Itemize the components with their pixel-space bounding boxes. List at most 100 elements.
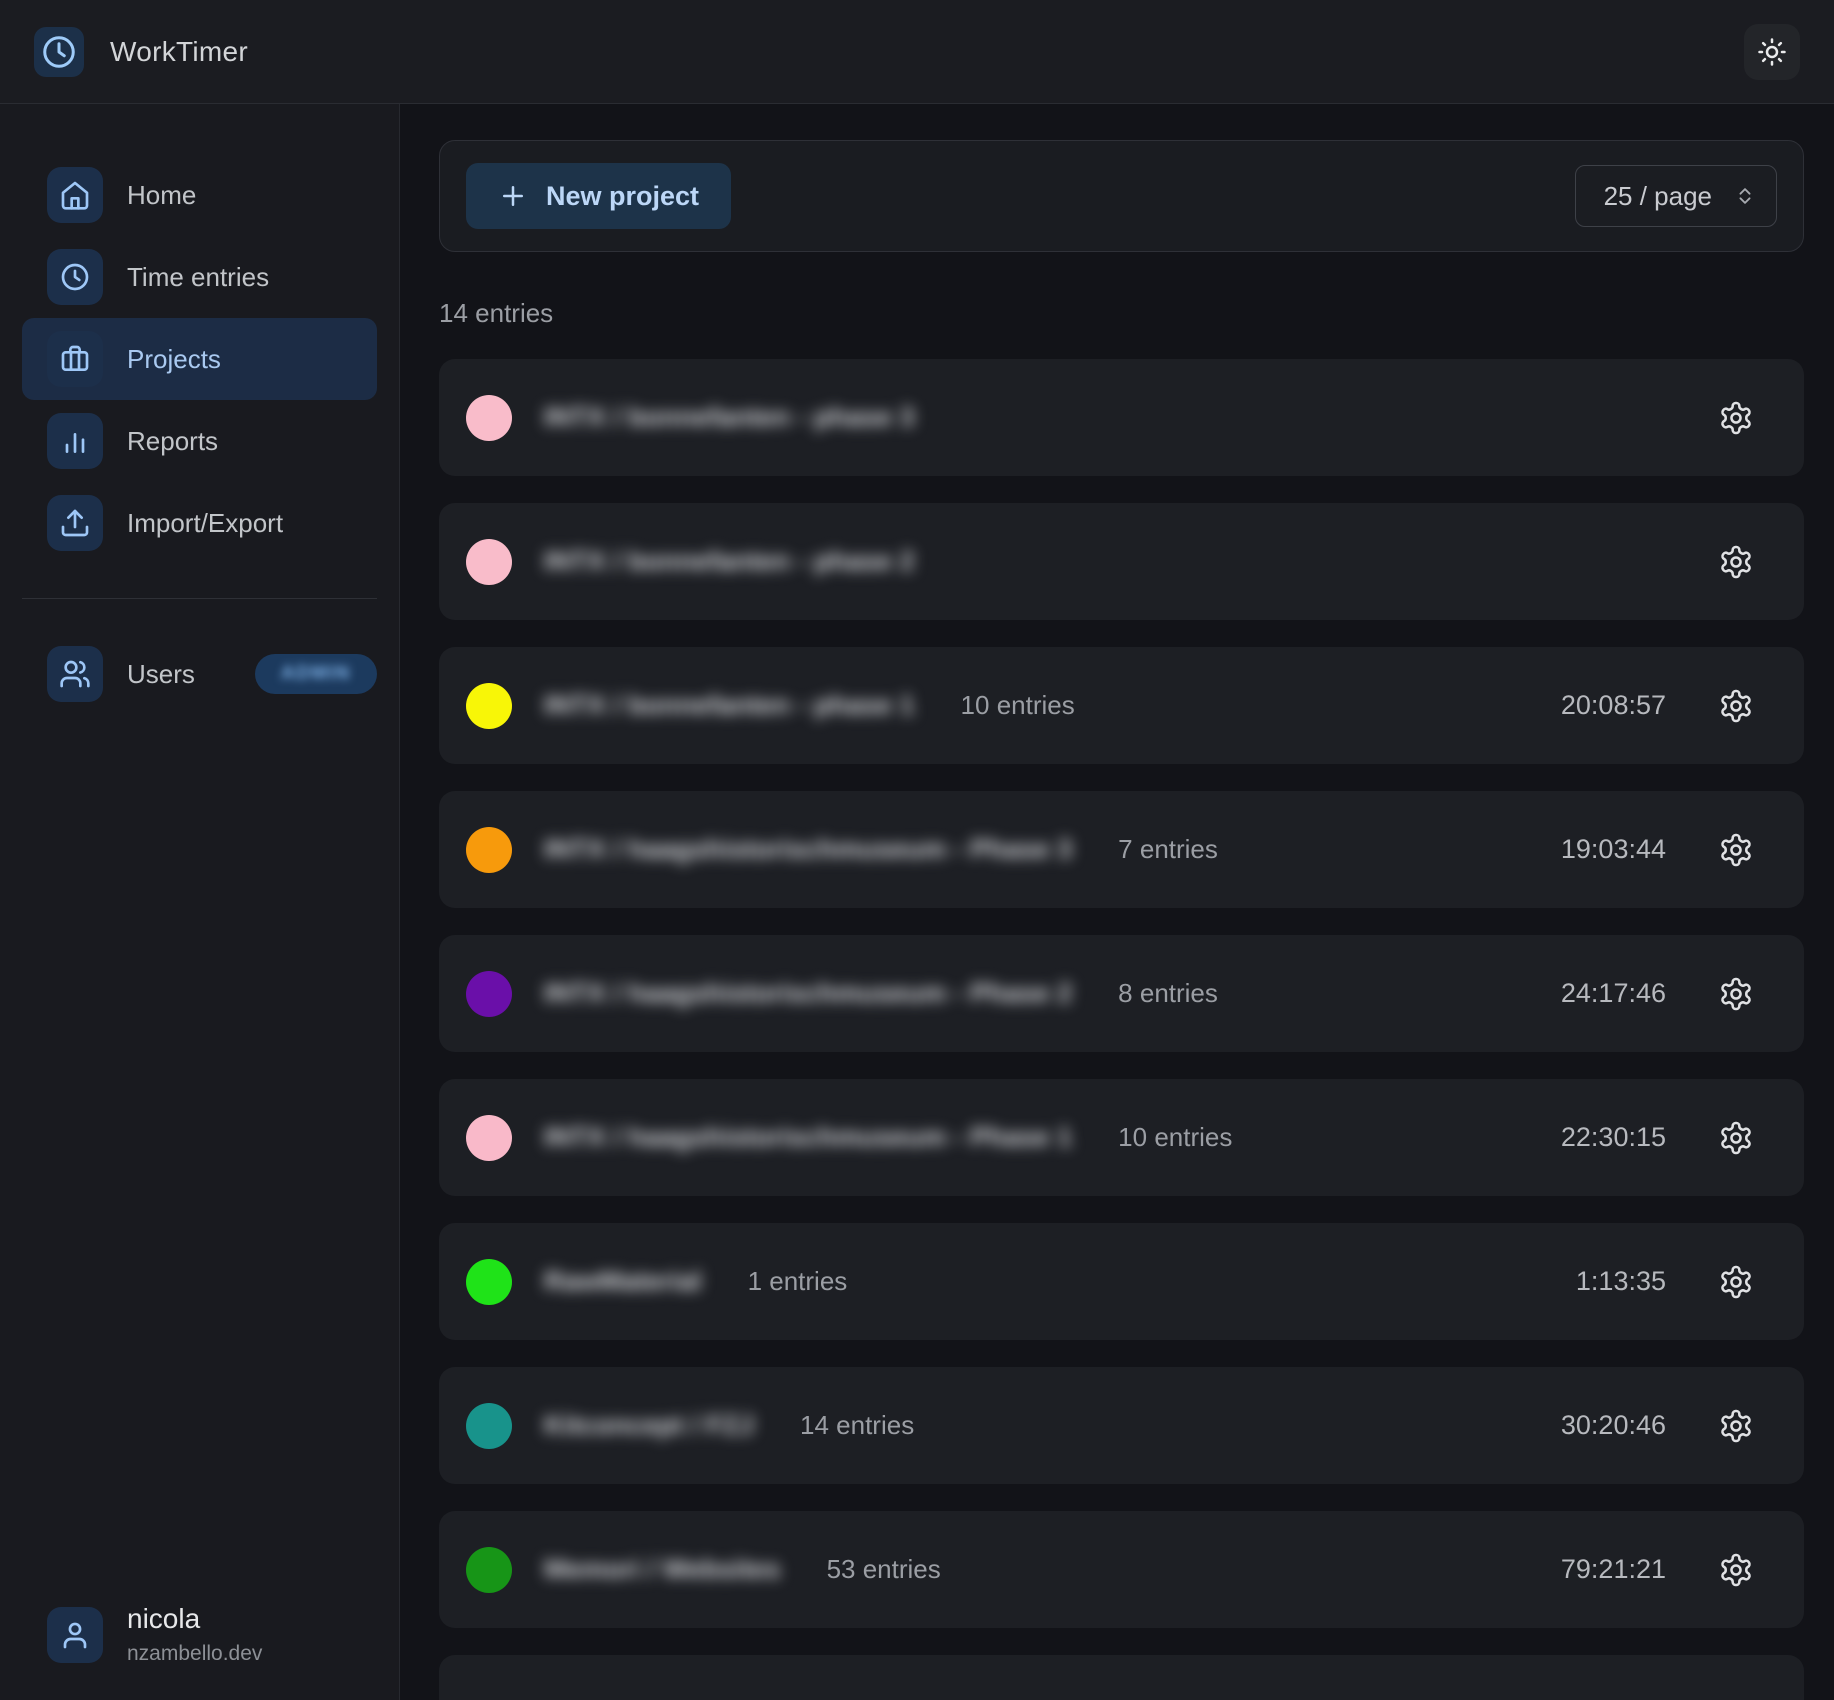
gear-icon bbox=[1718, 544, 1754, 580]
project-color-dot bbox=[466, 1115, 512, 1161]
toolbar: New project 25 / page bbox=[439, 140, 1804, 252]
project-color-dot bbox=[466, 971, 512, 1017]
project-time-total: 19:03:44 bbox=[1561, 834, 1666, 865]
gear-icon bbox=[1718, 688, 1754, 724]
top-bar: WorkTimer bbox=[0, 0, 1834, 104]
home-icon bbox=[47, 167, 103, 223]
project-row[interactable]: INTX / bonnefanten - phase 2 bbox=[439, 503, 1804, 620]
entries-count: 14 entries bbox=[439, 298, 1804, 329]
project-color-dot bbox=[466, 1403, 512, 1449]
main-content: New project 25 / page 14 entries INTX / … bbox=[400, 104, 1834, 1700]
project-entries-count: 8 entries bbox=[1118, 978, 1218, 1009]
user-domain: nzambello.dev bbox=[127, 1642, 262, 1666]
gear-icon bbox=[1718, 976, 1754, 1012]
project-row-partial[interactable] bbox=[439, 1655, 1804, 1700]
sun-icon bbox=[1757, 37, 1787, 67]
project-entries-count: 7 entries bbox=[1118, 834, 1218, 865]
gear-icon bbox=[1718, 1552, 1754, 1588]
project-row[interactable]: INTX / bonnefanten - phase 1 10 entries … bbox=[439, 647, 1804, 764]
page-size-value: 25 / page bbox=[1604, 181, 1712, 212]
sidebar-item-label: Reports bbox=[127, 426, 218, 457]
gear-icon bbox=[1718, 1408, 1754, 1444]
project-settings-button[interactable] bbox=[1718, 688, 1754, 724]
upload-icon bbox=[47, 495, 103, 551]
project-name: INTX / haagshistorischmuseum - Phase 2 bbox=[544, 978, 1072, 1009]
project-color-dot bbox=[466, 539, 512, 585]
sidebar-item-users[interactable]: Users ADMIN bbox=[22, 633, 377, 715]
page-size-select[interactable]: 25 / page bbox=[1575, 165, 1777, 227]
project-entries-count: 1 entries bbox=[748, 1266, 848, 1297]
plus-icon bbox=[498, 181, 528, 211]
project-row[interactable]: INTX / haagshistorischmuseum - Phase 3 7… bbox=[439, 791, 1804, 908]
project-name: Kitconcept / FZJ bbox=[544, 1410, 754, 1441]
sidebar-item-projects[interactable]: Projects bbox=[22, 318, 377, 400]
sidebar-item-home[interactable]: Home bbox=[22, 154, 377, 236]
admin-badge: ADMIN bbox=[255, 654, 377, 694]
theme-toggle-button[interactable] bbox=[1744, 24, 1800, 80]
user-profile[interactable]: nicola nzambello.dev bbox=[22, 1603, 377, 1666]
project-entries-count: 10 entries bbox=[1118, 1122, 1232, 1153]
project-color-dot bbox=[466, 683, 512, 729]
project-settings-button[interactable] bbox=[1718, 544, 1754, 580]
sidebar-spacer bbox=[0, 715, 399, 1603]
project-time-total: 20:08:57 bbox=[1561, 690, 1666, 721]
gear-icon bbox=[1718, 832, 1754, 868]
project-settings-button[interactable] bbox=[1718, 1264, 1754, 1300]
project-row[interactable]: Kitconcept / FZJ 14 entries 30:20:46 bbox=[439, 1367, 1804, 1484]
sidebar-item-reports[interactable]: Reports bbox=[22, 400, 377, 482]
project-color-dot bbox=[466, 1259, 512, 1305]
project-row[interactable]: INTX / bonnefanten - phase 3 bbox=[439, 359, 1804, 476]
sidebar-item-import-export[interactable]: Import/Export bbox=[22, 482, 377, 564]
project-settings-button[interactable] bbox=[1718, 400, 1754, 436]
users-icon bbox=[47, 646, 103, 702]
gear-icon bbox=[1718, 1120, 1754, 1156]
project-settings-button[interactable] bbox=[1718, 1120, 1754, 1156]
project-name: INTX / bonnefanten - phase 3 bbox=[544, 402, 915, 433]
project-settings-button[interactable] bbox=[1718, 1552, 1754, 1588]
project-color-dot bbox=[466, 395, 512, 441]
clock-icon bbox=[41, 34, 77, 70]
project-settings-button[interactable] bbox=[1718, 832, 1754, 868]
user-name: nicola bbox=[127, 1603, 262, 1635]
gear-icon bbox=[1718, 1264, 1754, 1300]
project-name: Memori / Websites bbox=[544, 1554, 781, 1585]
project-row[interactable]: Memori / Websites 53 entries 79:21:21 bbox=[439, 1511, 1804, 1628]
new-project-label: New project bbox=[546, 181, 699, 212]
bar-chart-icon bbox=[47, 413, 103, 469]
sidebar-item-time-entries[interactable]: Time entries bbox=[22, 236, 377, 318]
project-time-total: 24:17:46 bbox=[1561, 978, 1666, 1009]
gear-icon bbox=[1718, 400, 1754, 436]
chevron-up-down-icon bbox=[1734, 185, 1756, 207]
sidebar-item-label: Time entries bbox=[127, 262, 269, 293]
project-name: INTX / bonnefanten - phase 2 bbox=[544, 546, 915, 577]
project-time-total: 1:13:35 bbox=[1576, 1266, 1666, 1297]
sidebar: Home Time entries Projects Reports bbox=[0, 104, 400, 1700]
project-name: RawMaterial bbox=[544, 1266, 702, 1297]
project-row[interactable]: INTX / haagshistorischmuseum - Phase 1 1… bbox=[439, 1079, 1804, 1196]
project-entries-count: 53 entries bbox=[827, 1554, 941, 1585]
new-project-button[interactable]: New project bbox=[466, 163, 731, 229]
clock-icon bbox=[47, 249, 103, 305]
project-row[interactable]: RawMaterial 1 entries 1:13:35 bbox=[439, 1223, 1804, 1340]
admin-badge-label: ADMIN bbox=[281, 663, 351, 684]
project-settings-button[interactable] bbox=[1718, 976, 1754, 1012]
project-entries-count: 10 entries bbox=[961, 690, 1075, 721]
project-time-total: 22:30:15 bbox=[1561, 1122, 1666, 1153]
project-time-total: 79:21:21 bbox=[1561, 1554, 1666, 1585]
project-time-total: 30:20:46 bbox=[1561, 1410, 1666, 1441]
sidebar-item-label: Projects bbox=[127, 344, 221, 375]
sidebar-item-label: Users bbox=[127, 659, 195, 690]
project-settings-button[interactable] bbox=[1718, 1408, 1754, 1444]
app-logo bbox=[34, 27, 84, 77]
project-name: INTX / haagshistorischmuseum - Phase 3 bbox=[544, 834, 1072, 865]
project-name: INTX / haagshistorischmuseum - Phase 1 bbox=[544, 1122, 1072, 1153]
briefcase-icon bbox=[47, 331, 103, 387]
sidebar-divider bbox=[22, 598, 377, 599]
sidebar-nav: Home Time entries Projects Reports bbox=[0, 154, 399, 564]
project-list: INTX / bonnefanten - phase 3 INTX / bonn… bbox=[439, 359, 1804, 1628]
project-entries-count: 14 entries bbox=[800, 1410, 914, 1441]
project-row[interactable]: INTX / haagshistorischmuseum - Phase 2 8… bbox=[439, 935, 1804, 1052]
project-color-dot bbox=[466, 1547, 512, 1593]
sidebar-item-label: Home bbox=[127, 180, 196, 211]
user-icon bbox=[47, 1607, 103, 1663]
